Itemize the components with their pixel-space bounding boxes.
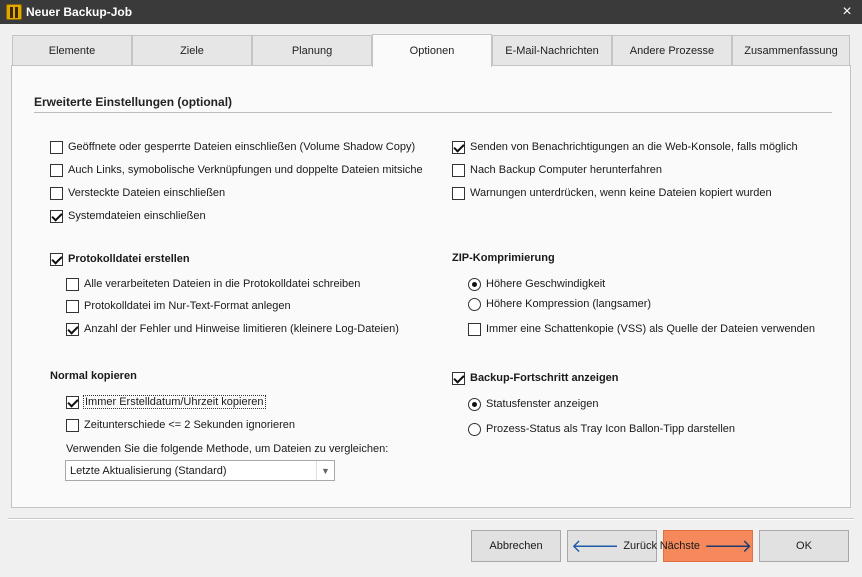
tab-ziele[interactable]: Ziele [132,35,252,66]
radio-selected[interactable] [468,397,481,411]
arrow-right-icon: 🡒 [704,536,753,556]
option-log-all-files[interactable]: Alle verarbeiteten Dateien in die Protok… [66,276,360,292]
radio-higher-compression[interactable]: Höhere Kompression (langsamer) [468,296,651,312]
tab-planung[interactable]: Planung [252,35,372,66]
tab-zusammenfassung[interactable]: Zusammenfassung [732,35,850,66]
next-button[interactable]: Nächste 🡒 [660,530,753,562]
checkbox[interactable] [66,277,79,291]
checkbox[interactable] [50,163,63,177]
option-ignore-time-diff[interactable]: Zeitunterschiede <= 2 Sekunden ignoriere… [66,417,295,433]
checkbox-checked[interactable] [50,252,63,266]
option-copy-creation-date[interactable]: Immer Erstelldatum/Uhrzeit kopieren [66,394,266,410]
option-limit-log-errors[interactable]: Anzahl der Fehler und Hinweise limitiere… [66,321,399,337]
option-volume-shadow-copy[interactable]: Geöffnete oder gesperrte Dateien einschl… [50,139,415,155]
options-panel: Erweiterte Einstellungen (optional) Geöf… [11,65,851,508]
checkbox[interactable] [50,186,63,200]
option-hidden-files[interactable]: Versteckte Dateien einschließen [50,185,225,201]
normal-copy-label: Normal kopieren [50,370,137,382]
back-button[interactable]: 🡐 Zurück [567,530,657,562]
checkbox[interactable] [66,418,79,432]
compare-method-label: Verwenden Sie die folgende Methode, um D… [66,443,389,455]
checkbox[interactable] [452,163,465,177]
close-icon[interactable]: × [832,0,862,24]
radio-selected[interactable] [468,277,481,291]
footer-divider [8,518,854,520]
checkbox[interactable] [452,186,465,200]
ok-button[interactable]: OK [759,530,849,562]
checkbox-checked[interactable] [66,322,79,336]
option-include-links[interactable]: Auch Links, symobolische Verknüpfungen u… [50,162,423,178]
option-system-files[interactable]: Systemdateien einschließen [50,208,206,224]
radio-status-window[interactable]: Statusfenster anzeigen [468,396,599,412]
radio[interactable] [468,297,481,311]
checkbox[interactable] [66,299,79,313]
chevron-down-icon[interactable]: ▼ [316,461,334,480]
checkbox-checked[interactable] [452,371,465,385]
option-create-logfile[interactable]: Protokolldatei erstellen [50,251,190,267]
section-title: Erweiterte Einstellungen (optional) [34,95,233,109]
checkbox-checked[interactable] [50,209,63,223]
option-web-console-notify[interactable]: Senden von Benachrichtigungen an die Web… [452,139,798,155]
arrow-left-icon: 🡐 [571,536,620,556]
radio-higher-speed[interactable]: Höhere Geschwindigkeit [468,276,605,292]
title-bar: Neuer Backup-Job × [0,0,862,24]
section-divider [34,112,832,113]
tab-optionen[interactable]: Optionen [372,34,492,67]
radio-tray-balloon[interactable]: Prozess-Status als Tray Icon Ballon-Tipp… [468,421,735,437]
option-log-plain-text[interactable]: Protokolldatei im Nur-Text-Format anlege… [66,298,291,314]
tab-andere-prozesse[interactable]: Andere Prozesse [612,35,732,66]
option-always-vss[interactable]: Immer eine Schattenkopie (VSS) als Quell… [468,321,815,337]
cancel-button[interactable]: Abbrechen [471,530,561,562]
zip-compression-label: ZIP-Komprimierung [452,252,555,264]
radio[interactable] [468,422,481,436]
tab-email-nachrichten[interactable]: E-Mail-Nachrichten [492,35,612,66]
option-shutdown-after-backup[interactable]: Nach Backup Computer herunterfahren [452,162,662,178]
checkbox[interactable] [50,140,63,154]
checkbox-checked[interactable] [452,140,465,154]
app-logo-icon [6,4,22,20]
checkbox-checked[interactable] [66,395,79,409]
tab-elemente[interactable]: Elemente [12,35,132,66]
option-show-progress[interactable]: Backup-Fortschritt anzeigen [452,370,619,386]
checkbox[interactable] [468,322,481,336]
window-title: Neuer Backup-Job [26,5,133,19]
compare-method-select[interactable]: Letzte Aktualisierung (Standard) ▼ [65,460,335,481]
option-suppress-warnings[interactable]: Warnungen unterdrücken, wenn keine Datei… [452,185,772,201]
